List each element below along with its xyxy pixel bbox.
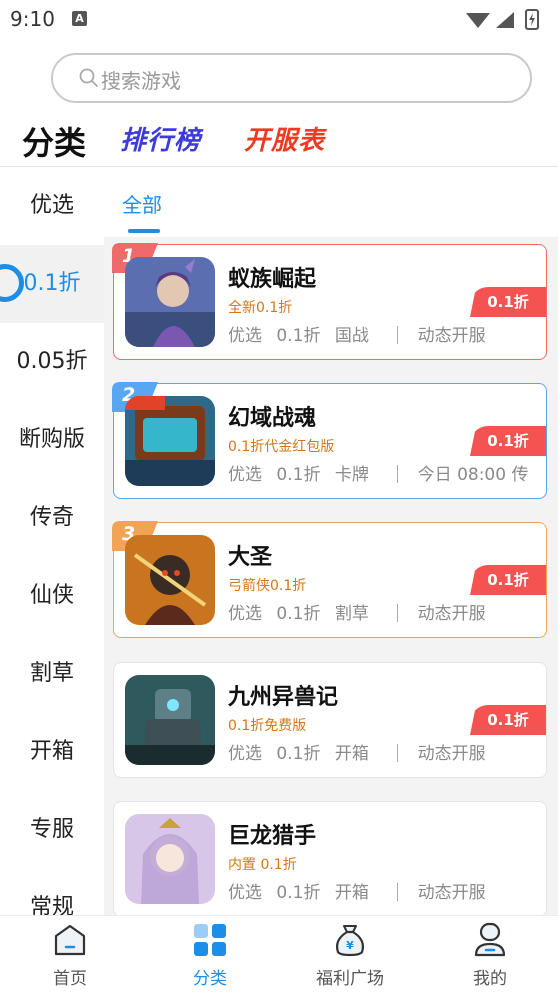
- sidebar-item-005zhe[interactable]: 0.05折: [0, 323, 104, 401]
- tag: 卡牌: [334, 465, 369, 485]
- nav-label: 首页: [53, 969, 87, 989]
- tag: 0.1折: [276, 883, 321, 903]
- discount-badge: 0.1折: [470, 287, 546, 317]
- nav-label: 我的: [473, 969, 507, 989]
- game-tags: 优选 0.1折 国战 动态开服: [228, 321, 528, 346]
- tag: 0.1折: [276, 604, 321, 624]
- server-info: 动态开服: [417, 604, 486, 624]
- nav-label: 分类: [193, 969, 227, 989]
- game-card[interactable]: 2 幻域战魂 0.1折代金红包版 优选 0.1折 卡牌 今日 08:00 传… …: [112, 382, 547, 499]
- game-subtitle: 内置 0.1折: [228, 857, 297, 873]
- sidebar-item-kaixiang[interactable]: 开箱: [0, 713, 104, 791]
- sidebar-item-changgui[interactable]: 常规: [0, 869, 104, 915]
- profile-icon: [474, 922, 506, 957]
- status-icons: [466, 9, 539, 30]
- game-card[interactable]: 巨龙猎手 内置 0.1折 优选 0.1折 开箱 动态开服: [113, 801, 547, 915]
- tag-divider: [397, 744, 399, 762]
- game-tags: 优选 0.1折 割草 动态开服: [228, 599, 528, 624]
- game-icon[interactable]: [125, 257, 215, 347]
- tag: 优选: [228, 604, 262, 624]
- status-time: 9:10: [10, 7, 55, 31]
- game-tags: 优选 0.1折 开箱 动态开服: [228, 739, 528, 764]
- game-card[interactable]: 九州异兽记 0.1折免费版 优选 0.1折 开箱 动态开服 0.1折: [113, 662, 547, 778]
- notification-icon: A: [72, 11, 87, 26]
- sidebar-item-xianxia[interactable]: 仙侠: [0, 557, 104, 635]
- tab-underline: [128, 229, 160, 233]
- game-name: 大圣: [228, 545, 273, 570]
- sidebar-item-01zhe[interactable]: 0.1折: [0, 245, 104, 323]
- top-tab-row: 分类 排行榜 开服表: [0, 112, 558, 166]
- tag-divider: [397, 604, 399, 622]
- game-subtitle: 0.1折免费版: [228, 718, 307, 734]
- tag-divider: [397, 326, 399, 344]
- server-info: 动态开服: [417, 326, 486, 346]
- game-subtitle: 弓箭侠0.1折: [228, 578, 307, 594]
- signal-icon: [496, 12, 514, 28]
- game-list: 1 蚁族崛起 全新0.1折 优选 0.1折 国战 动态开服 0.1折 2 幻域战…: [104, 237, 558, 915]
- sidebar-item-duangou[interactable]: 断购版: [0, 401, 104, 479]
- tag: 开箱: [334, 883, 369, 903]
- tag: 优选: [228, 744, 262, 764]
- svg-text:¥: ¥: [346, 939, 354, 952]
- tag: 0.1折: [276, 326, 321, 346]
- content-tabs: 全部: [104, 167, 558, 237]
- server-info: 动态开服: [417, 744, 486, 764]
- bottom-nav: 首页 分类 ¥ 福利广场 我的: [0, 915, 558, 992]
- nav-item-category[interactable]: 分类: [150, 916, 270, 992]
- tag: 0.1折: [276, 465, 321, 485]
- tab-server-schedule[interactable]: 开服表: [244, 120, 325, 157]
- status-bar: 9:10 A: [0, 0, 558, 38]
- tab-category[interactable]: 分类: [22, 118, 86, 164]
- nav-label: 福利广场: [316, 969, 384, 989]
- game-subtitle: 全新0.1折: [228, 300, 293, 316]
- category-icon: [194, 924, 226, 956]
- server-info: 今日 08:00 传…: [417, 465, 528, 485]
- sidebar-item-zhuanfu[interactable]: 专服: [0, 791, 104, 869]
- game-icon[interactable]: [125, 675, 215, 765]
- category-sidebar: 优选 0.1折 0.05折 断购版 传奇 仙侠 割草 开箱 专服 常规: [0, 167, 104, 915]
- tag-divider: [397, 465, 399, 483]
- search-input[interactable]: 搜索游戏: [51, 53, 532, 103]
- discount-badge: 0.1折: [470, 565, 546, 595]
- discount-badge: 0.1折: [470, 705, 546, 735]
- sidebar-item-label: 0.1折: [23, 271, 81, 296]
- tag: 割草: [334, 604, 369, 624]
- tag: 0.1折: [276, 744, 321, 764]
- sidebar-item-chuanqi[interactable]: 传奇: [0, 479, 104, 557]
- game-icon[interactable]: [125, 396, 215, 486]
- nav-item-home[interactable]: 首页: [10, 916, 130, 992]
- tag: 优选: [228, 326, 262, 346]
- game-icon[interactable]: [125, 814, 215, 904]
- tag: 国战: [334, 326, 369, 346]
- tag: 优选: [228, 883, 262, 903]
- search-icon: [79, 68, 98, 87]
- tag-divider: [397, 883, 399, 901]
- game-card[interactable]: 3 大圣 弓箭侠0.1折 优选 0.1折 割草 动态开服 0.1折: [112, 521, 547, 638]
- nav-item-welfare[interactable]: ¥ 福利广场: [290, 916, 410, 992]
- active-indicator: [0, 264, 24, 302]
- sidebar-item-youxuan[interactable]: 优选: [0, 167, 104, 245]
- search-placeholder: 搜索游戏: [101, 69, 181, 93]
- tag: 开箱: [334, 744, 369, 764]
- discount-badge: 0.1折: [470, 426, 546, 456]
- game-tags: 优选 0.1折 开箱 动态开服: [228, 878, 528, 903]
- game-name: 蚁族崛起: [228, 267, 317, 292]
- sidebar-item-gecao[interactable]: 割草: [0, 635, 104, 713]
- game-subtitle: 0.1折代金红包版: [228, 439, 335, 455]
- game-icon[interactable]: [125, 535, 215, 625]
- game-name: 巨龙猎手: [228, 824, 317, 849]
- game-tags: 优选 0.1折 卡牌 今日 08:00 传…: [228, 460, 528, 485]
- game-name: 九州异兽记: [228, 685, 339, 710]
- nav-item-mine[interactable]: 我的: [430, 916, 550, 992]
- tab-all[interactable]: 全部: [122, 189, 162, 218]
- server-info: 动态开服: [417, 883, 486, 903]
- game-name: 幻域战魂: [228, 406, 317, 431]
- game-card[interactable]: 1 蚁族崛起 全新0.1折 优选 0.1折 国战 动态开服 0.1折: [112, 243, 547, 360]
- wifi-icon: [466, 13, 490, 28]
- tab-ranking[interactable]: 排行榜: [120, 120, 201, 157]
- tag: 优选: [228, 465, 262, 485]
- home-icon: [54, 924, 86, 956]
- money-bag-icon: ¥: [335, 925, 365, 957]
